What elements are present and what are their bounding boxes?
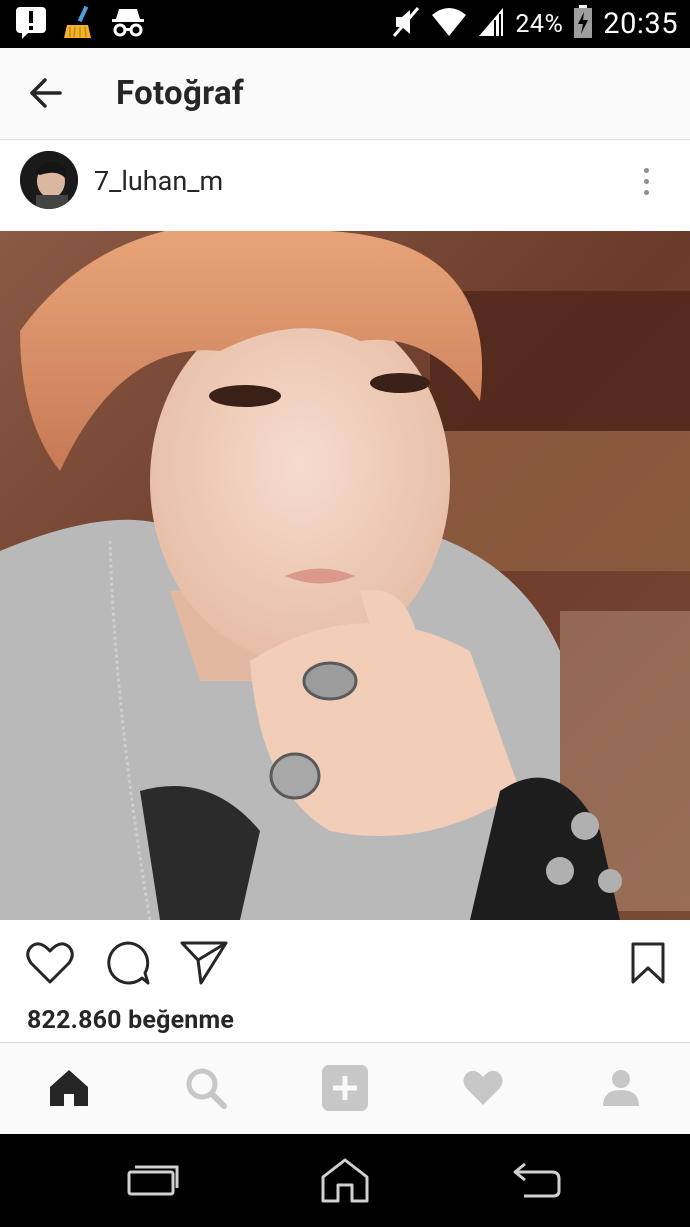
status-bar: 24% 20:35 xyxy=(0,0,690,48)
home-nav-icon xyxy=(320,1157,370,1207)
home-icon xyxy=(48,1068,90,1112)
more-vertical-icon xyxy=(643,167,649,173)
more-options-button[interactable] xyxy=(626,161,666,201)
add-icon xyxy=(321,1064,369,1116)
page-title: Fotoğraf xyxy=(116,74,245,113)
search-icon xyxy=(185,1067,227,1113)
save-button[interactable] xyxy=(622,940,674,990)
tab-add[interactable] xyxy=(319,1065,371,1115)
tab-bar xyxy=(0,1042,690,1134)
share-button[interactable] xyxy=(178,940,230,990)
incognito-icon xyxy=(110,5,146,43)
heart-icon xyxy=(25,941,75,989)
status-bar-system: 24% 20:35 xyxy=(391,0,678,48)
post-photo[interactable] xyxy=(0,231,690,920)
post-actions xyxy=(0,920,690,1008)
post-header: 7_luhan_m xyxy=(0,141,690,231)
comment-button[interactable] xyxy=(102,940,154,990)
status-bar-notifications xyxy=(14,5,146,43)
battery-percent: 24% xyxy=(515,9,564,39)
status-time: 20:35 xyxy=(603,7,678,41)
app-header: Fotoğraf xyxy=(0,48,690,140)
cleaner-broom-icon xyxy=(62,5,96,43)
back-button[interactable] xyxy=(20,72,70,118)
alert-icon xyxy=(14,5,48,43)
back-nav-button[interactable] xyxy=(505,1156,569,1208)
recents-icon xyxy=(126,1163,180,1201)
wifi-icon xyxy=(431,7,467,41)
tab-home[interactable] xyxy=(43,1065,95,1115)
activity-heart-icon xyxy=(462,1069,504,1111)
mute-icon xyxy=(391,5,421,43)
post-image xyxy=(0,231,690,920)
likes-count[interactable]: 822.860 beğenme xyxy=(27,1006,234,1035)
system-nav-bar xyxy=(0,1134,690,1227)
profile-icon xyxy=(600,1068,642,1112)
back-nav-icon xyxy=(512,1161,562,1203)
tab-search[interactable] xyxy=(180,1065,232,1115)
arrow-left-icon xyxy=(27,77,63,113)
like-button[interactable] xyxy=(24,940,76,990)
recents-button[interactable] xyxy=(121,1156,185,1208)
share-icon xyxy=(179,940,229,990)
comment-icon xyxy=(104,940,152,990)
avatar[interactable] xyxy=(20,151,78,209)
bookmark-icon xyxy=(630,941,666,989)
post-username[interactable]: 7_luhan_m xyxy=(94,165,223,197)
tab-activity[interactable] xyxy=(457,1065,509,1115)
battery-charging-icon xyxy=(573,5,593,43)
home-nav-button[interactable] xyxy=(313,1156,377,1208)
signal-icon xyxy=(477,6,505,42)
tab-profile[interactable] xyxy=(595,1065,647,1115)
